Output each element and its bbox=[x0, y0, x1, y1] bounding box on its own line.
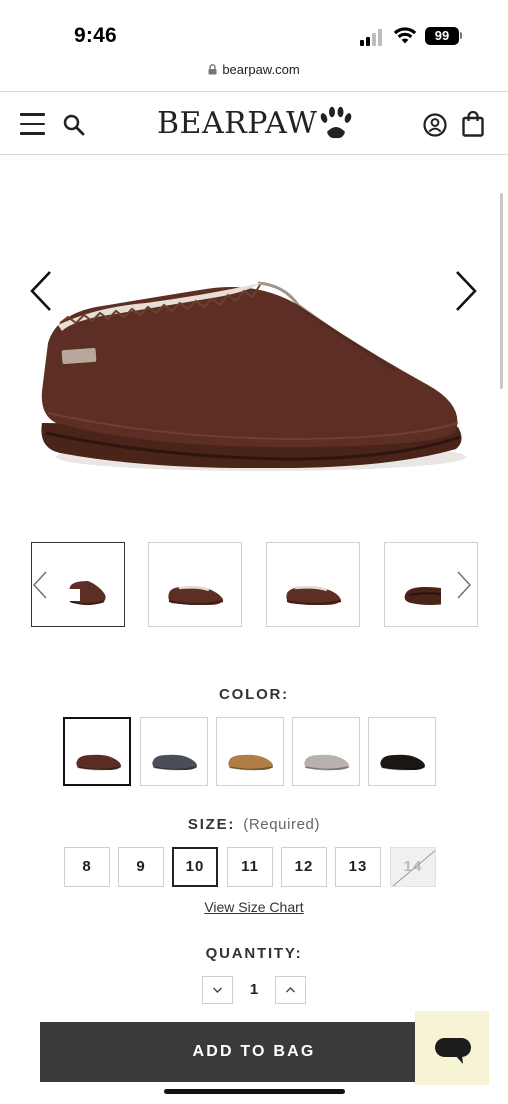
size-option-unavailable: 14 bbox=[390, 847, 436, 887]
color-label: COLOR: bbox=[219, 686, 289, 703]
thumbnail-item[interactable] bbox=[148, 542, 242, 627]
quantity-label: QUANTITY: bbox=[205, 945, 303, 962]
size-option[interactable]: 11 bbox=[227, 847, 273, 887]
size-heading: SIZE: (Required) bbox=[0, 816, 508, 833]
signal-icon bbox=[360, 28, 386, 46]
menu-icon[interactable] bbox=[20, 113, 45, 135]
paw-logo-icon bbox=[320, 106, 352, 139]
battery-icon: 99 bbox=[425, 27, 459, 45]
size-option[interactable]: 12 bbox=[281, 847, 327, 887]
chevron-left-icon[interactable] bbox=[31, 570, 49, 600]
add-to-bag-button[interactable]: ADD TO BAG bbox=[40, 1022, 468, 1082]
quantity-stepper: 1 bbox=[0, 976, 508, 1006]
chevron-right-icon[interactable] bbox=[455, 570, 473, 600]
status-bar: 9:46 99 bbox=[0, 0, 508, 62]
size-option-selected[interactable]: 10 bbox=[172, 847, 218, 887]
quantity-decrease-button[interactable] bbox=[202, 976, 233, 1004]
quantity-increase-button[interactable] bbox=[275, 976, 306, 1004]
size-option[interactable]: 9 bbox=[118, 847, 164, 887]
battery-tip bbox=[460, 32, 462, 39]
status-time: 9:46 bbox=[74, 24, 117, 47]
chat-bubble-icon bbox=[435, 1038, 471, 1064]
url-text: bearpaw.com bbox=[222, 62, 300, 77]
site-header: BEARPAW bbox=[0, 91, 508, 155]
chevron-up-icon bbox=[286, 987, 295, 993]
color-swatch[interactable] bbox=[216, 717, 284, 786]
home-indicator bbox=[164, 1089, 345, 1094]
lock-icon bbox=[208, 64, 217, 75]
color-swatch[interactable] bbox=[140, 717, 208, 786]
size-required-text: (Required) bbox=[243, 816, 321, 833]
color-swatch[interactable] bbox=[63, 717, 131, 786]
wifi-icon bbox=[393, 27, 417, 44]
size-options: 8 9 10 11 12 13 14 bbox=[0, 847, 508, 889]
size-chart-link[interactable]: View Size Chart bbox=[0, 899, 508, 915]
account-icon[interactable] bbox=[423, 113, 447, 137]
color-swatch[interactable] bbox=[292, 717, 360, 786]
thumbnail-item[interactable] bbox=[266, 542, 360, 627]
product-hero[interactable] bbox=[0, 155, 508, 525]
chevron-down-icon bbox=[213, 987, 222, 993]
bag-icon[interactable] bbox=[461, 111, 485, 137]
thumbnail-strip bbox=[0, 542, 508, 628]
color-swatches bbox=[0, 717, 508, 787]
chevron-right-icon[interactable] bbox=[453, 269, 479, 313]
product-image bbox=[41, 281, 466, 471]
size-label: SIZE: bbox=[187, 816, 236, 833]
scroll-indicator[interactable] bbox=[500, 193, 503, 389]
size-option[interactable]: 13 bbox=[335, 847, 381, 887]
brand-name: BEARPAW bbox=[157, 106, 318, 141]
quantity-value[interactable]: 1 bbox=[241, 981, 267, 998]
url-bar[interactable]: bearpaw.com bbox=[0, 62, 508, 90]
search-icon[interactable] bbox=[62, 113, 86, 137]
size-option[interactable]: 8 bbox=[64, 847, 110, 887]
color-swatch[interactable] bbox=[368, 717, 436, 786]
brand-logo[interactable]: BEARPAW bbox=[157, 104, 353, 144]
chat-button[interactable] bbox=[415, 1011, 489, 1085]
